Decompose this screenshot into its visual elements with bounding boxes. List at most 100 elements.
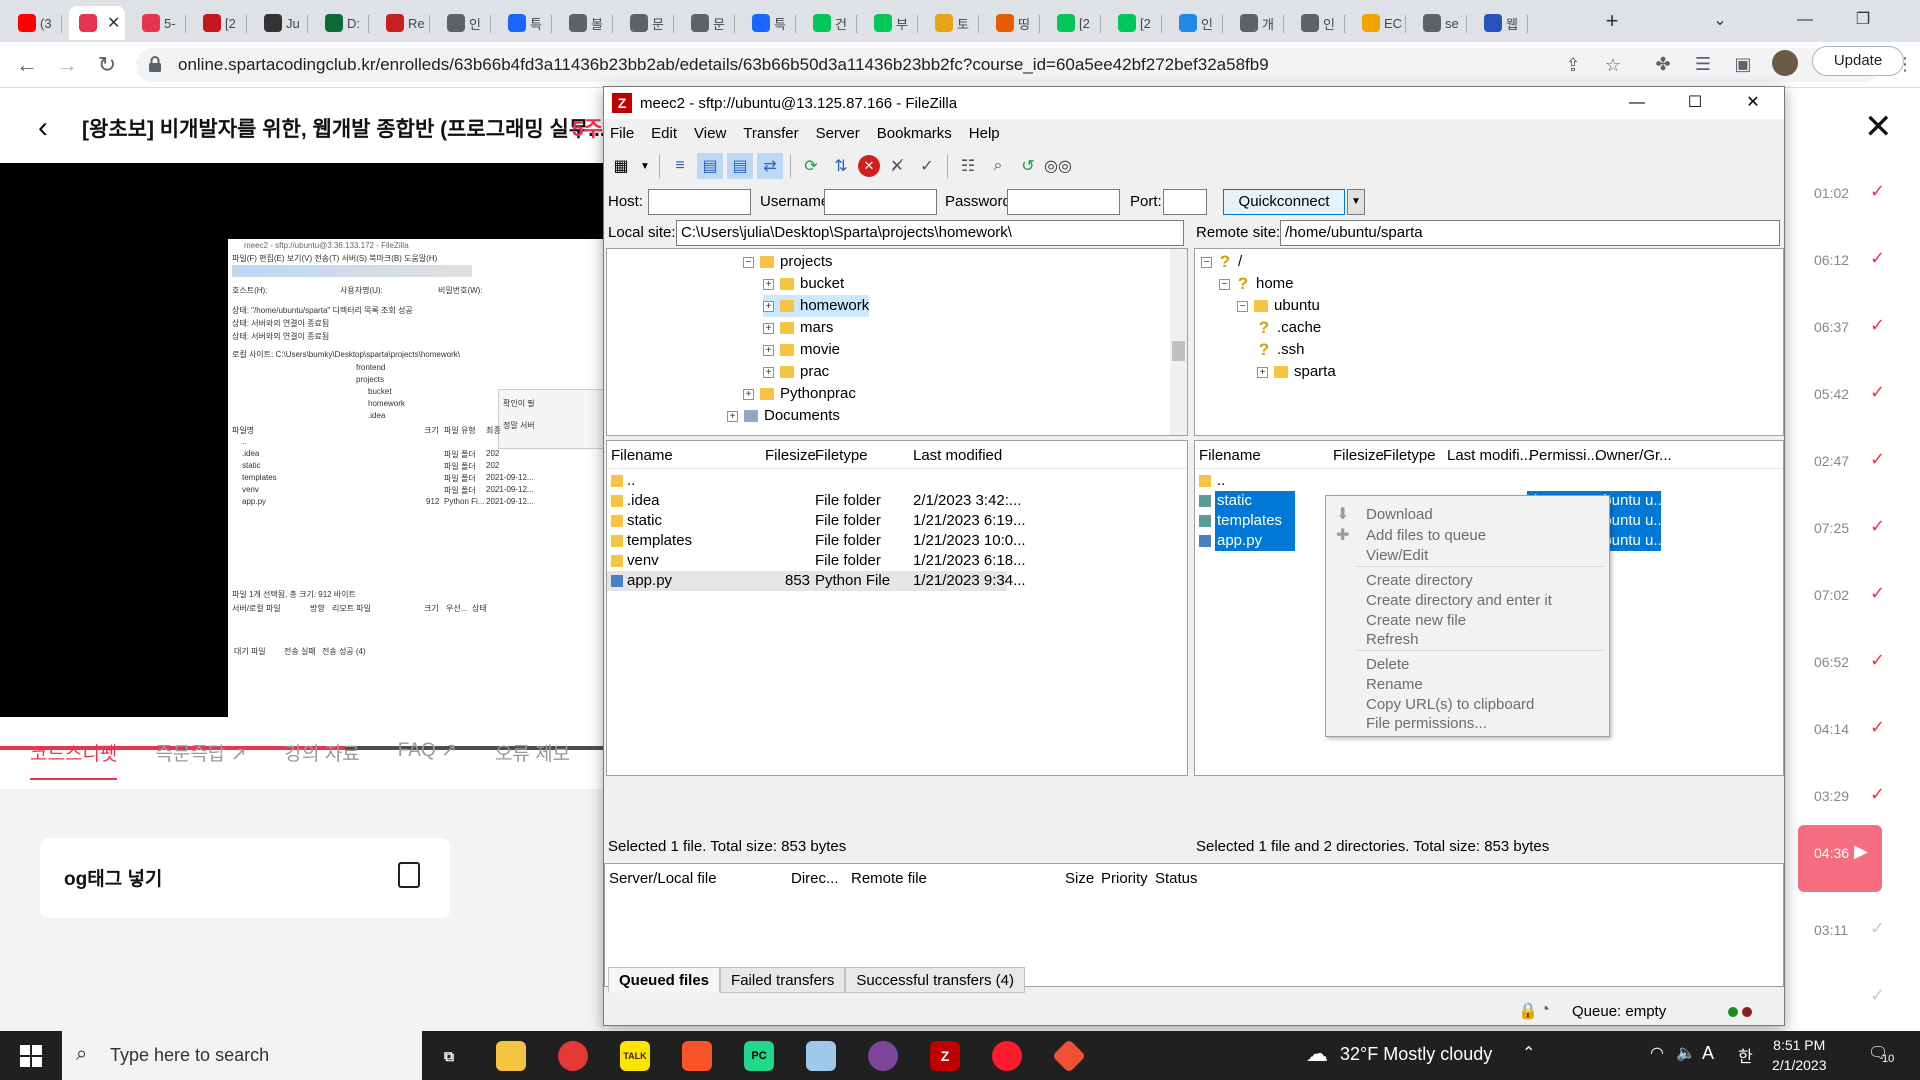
side-panel-icon[interactable]: ▣ [1730,52,1756,76]
browser-tab[interactable]: [2 [1047,6,1101,40]
disconnect-icon[interactable]: ✕̸ [884,153,910,179]
remote-tree-node[interactable]: − ubuntu [1237,295,1320,317]
context-menu-item[interactable]: Add files to queue [1366,527,1486,544]
chapter-item[interactable]: 03:11 ✓ [1782,892,1902,959]
menu-server[interactable]: Server [816,125,860,142]
local-file-row[interactable]: venv File folder 1/21/2023 6:18... [607,551,1187,571]
site-manager-icon[interactable]: ▦ [608,153,634,179]
chevron-up-icon[interactable]: ⌃ [1522,1043,1535,1063]
local-tree-node[interactable]: − projects [743,251,833,273]
browser-tab[interactable]: 인 [1169,6,1223,40]
queue-column-header[interactable]: Size [1065,870,1094,887]
queue-column-header[interactable]: Priority [1101,870,1148,887]
browser-tab[interactable]: [2 [193,6,247,40]
brave-icon[interactable] [682,1041,712,1071]
back-button[interactable]: ← [12,50,42,80]
browser-tab[interactable]: 띵 [986,6,1040,40]
host-input[interactable] [648,189,751,215]
expand-icon[interactable]: + [727,410,738,422]
browser-tab[interactable]: 인 [1291,6,1345,40]
copy-icon[interactable] [398,862,420,888]
reading-list-icon[interactable]: ☰ [1690,52,1716,76]
expand-icon[interactable]: + [763,366,774,378]
column-header[interactable]: Last modifi... [1447,447,1532,464]
reload-button[interactable]: ↻ [92,50,122,80]
quickconnect-dropdown-icon[interactable]: ▼ [1347,189,1365,215]
context-menu-item[interactable]: Copy URL(s) to clipboard [1366,696,1534,713]
browser-tab[interactable]: 볼 [559,6,613,40]
notepad-icon[interactable] [806,1041,836,1071]
windows-start-icon[interactable] [20,1045,42,1067]
remote-tree-node[interactable]: + sparta [1257,361,1336,383]
column-header[interactable]: Filename [611,447,673,464]
update-button[interactable]: Update [1812,46,1904,76]
expand-icon[interactable]: + [763,344,774,356]
forward-button[interactable]: → [52,50,82,80]
browser-tab[interactable]: 문 [681,6,735,40]
volume-icon[interactable]: 🔈 [1676,1043,1696,1063]
chapter-item[interactable]: 04:36 ▶ [1798,825,1882,892]
chapter-item[interactable]: 06:37 ✓ [1782,289,1902,356]
browser-tab[interactable]: 특 [498,6,552,40]
video-player[interactable]: meec2 - sftp://ubuntu@3.36.133.172 - Fil… [0,163,605,779]
kakaotalk-icon[interactable]: TALK [620,1041,650,1071]
expand-icon[interactable]: + [1257,366,1268,378]
remote-tree-node[interactable]: −? home [1219,273,1294,295]
local-tree-node[interactable]: + movie [763,339,840,361]
queue-tab[interactable]: Failed transfers [720,967,846,993]
tab-search-icon[interactable]: ⌄ [1700,6,1740,36]
column-header[interactable]: Filetype [1383,447,1436,464]
browser-tab[interactable]: 문 [620,6,674,40]
remote-tree-icon[interactable]: ▤ [727,153,753,179]
context-menu-item[interactable]: Create directory and enter it [1366,592,1552,609]
chapter-item[interactable]: 06:52 ✓ [1782,624,1902,691]
menu-view[interactable]: View [694,125,726,142]
collapse-icon[interactable]: − [1219,278,1230,290]
remote-tree-node[interactable]: ? .ssh [1257,339,1305,361]
content-tab[interactable]: 즉문즉답 ↗ [155,739,246,780]
queue-column-header[interactable]: Direc... [791,870,839,887]
language-indicator[interactable]: 한 [1738,1043,1753,1067]
new-tab-button[interactable]: + [1592,6,1632,36]
bookmark-star-icon[interactable]: ☆ [1600,53,1626,77]
local-file-row[interactable]: templates File folder 1/21/2023 10:0... [607,531,1187,551]
sync-browse-icon[interactable]: ↺ [1015,153,1041,179]
restore-button[interactable]: ❐ [1834,0,1892,42]
context-menu-item[interactable]: Delete [1366,656,1409,673]
local-tree-node[interactable]: + Documents [727,405,840,427]
column-header[interactable]: Filesize [1333,447,1384,464]
local-tree-icon[interactable]: ▤ [697,153,723,179]
username-input[interactable] [824,189,937,215]
content-tab[interactable]: 코드스니펫 [30,739,118,780]
browser-tab[interactable]: EC [1352,6,1406,40]
expand-icon[interactable]: + [763,322,774,334]
browser-tab[interactable]: 부 [864,6,918,40]
share-icon[interactable]: ⇪ [1560,53,1586,77]
back-arrow-icon[interactable]: ‹ [38,111,48,145]
address-bar[interactable]: online.spartacodingclub.kr/enrolleds/63b… [136,48,1880,82]
browser-tab[interactable]: [2 [1108,6,1162,40]
fz-maximize-button[interactable]: ☐ [1666,87,1724,119]
browser-tab[interactable]: 건 [803,6,857,40]
chapter-item[interactable]: 02:47 ✓ [1782,423,1902,490]
remote-path-input[interactable]: /home/ubuntu/sparta [1280,220,1780,246]
chapter-item[interactable]: 01:02 ✓ [1782,155,1902,222]
browser-tab[interactable]: 5- [132,6,186,40]
compare-icon[interactable]: ⌕ [985,153,1011,179]
browser-tab[interactable]: 인 [437,6,491,40]
chapter-item[interactable]: 07:02 ✓ [1782,557,1902,624]
network-icon[interactable]: ◠ [1650,1043,1664,1063]
ime-mode[interactable]: A [1702,1043,1714,1064]
taskbar-clock[interactable]: 8:51 PM 2/1/2023 [1772,1035,1827,1075]
column-header[interactable]: Filename [1199,447,1261,464]
content-tab[interactable]: FAQ ↗ [398,739,457,780]
chapter-item[interactable]: ✓ [1782,959,1902,1026]
browser-tab[interactable]: ✕ [69,6,125,40]
file-explorer-icon[interactable] [496,1041,526,1071]
remote-tree-node[interactable]: ? .cache [1257,317,1321,339]
close-icon[interactable]: ✕ [1864,107,1893,147]
cancel-icon[interactable]: ✕ [858,155,880,177]
menu-help[interactable]: Help [969,125,1000,142]
context-menu-item[interactable]: Refresh [1366,631,1419,648]
local-tree-node[interactable]: + bucket [763,273,844,295]
